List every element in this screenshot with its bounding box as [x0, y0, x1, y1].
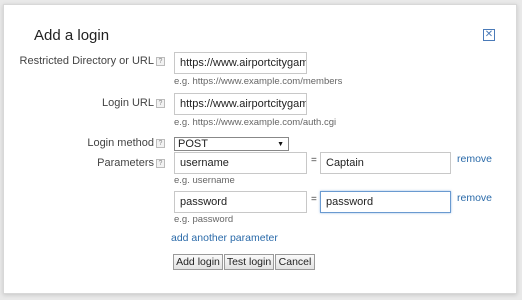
login-url-label-text: Login URL	[102, 97, 154, 109]
param-value-input[interactable]: password	[320, 191, 451, 213]
param-name-input[interactable]: password	[174, 191, 307, 213]
test-login-button[interactable]: Test login	[224, 254, 274, 270]
restricted-url-label: Restricted Directory or URL?	[20, 55, 165, 67]
param-value-input[interactable]: Captain	[320, 152, 451, 174]
login-url-label: Login URL?	[102, 97, 165, 109]
param-name-input[interactable]: username	[174, 152, 307, 174]
cancel-button[interactable]: Cancel	[275, 254, 315, 270]
remove-param-link[interactable]: remove	[457, 153, 492, 165]
param-name-hint: e.g. password	[174, 214, 234, 225]
equals-sign: =	[311, 194, 317, 205]
restricted-url-input[interactable]: https://www.airportcitygame.c	[174, 52, 307, 74]
remove-param-link[interactable]: remove	[457, 192, 492, 204]
help-icon[interactable]: ?	[156, 158, 165, 168]
param-name-hint: e.g. username	[174, 175, 235, 186]
dropdown-arrow-icon: ▼	[277, 141, 284, 148]
login-method-label: Login method?	[87, 137, 165, 149]
login-url-input[interactable]: https://www.airportcitygame.c	[174, 93, 307, 115]
parameters-label: Parameters?	[97, 157, 165, 169]
dialog-title: Add a login	[34, 27, 110, 44]
parameters-label-text: Parameters	[97, 157, 154, 169]
restricted-url-hint: e.g. https://www.example.com/members	[174, 76, 343, 87]
equals-sign: =	[311, 155, 317, 166]
add-parameter-link[interactable]: add another parameter	[171, 232, 278, 244]
login-url-hint: e.g. https://www.example.com/auth.cgi	[174, 117, 337, 128]
help-icon[interactable]: ?	[156, 98, 165, 108]
help-icon[interactable]: ?	[156, 56, 165, 66]
close-icon[interactable]: ✕	[483, 29, 495, 41]
add-login-dialog: Add a login ✕ Restricted Directory or UR…	[3, 4, 517, 294]
help-icon[interactable]: ?	[156, 138, 165, 148]
add-login-button[interactable]: Add login	[173, 254, 223, 270]
login-method-value: POST	[178, 138, 208, 150]
restricted-url-label-text: Restricted Directory or URL	[19, 55, 154, 67]
login-method-select[interactable]: POST ▼	[174, 137, 289, 151]
login-method-label-text: Login method	[87, 137, 154, 149]
